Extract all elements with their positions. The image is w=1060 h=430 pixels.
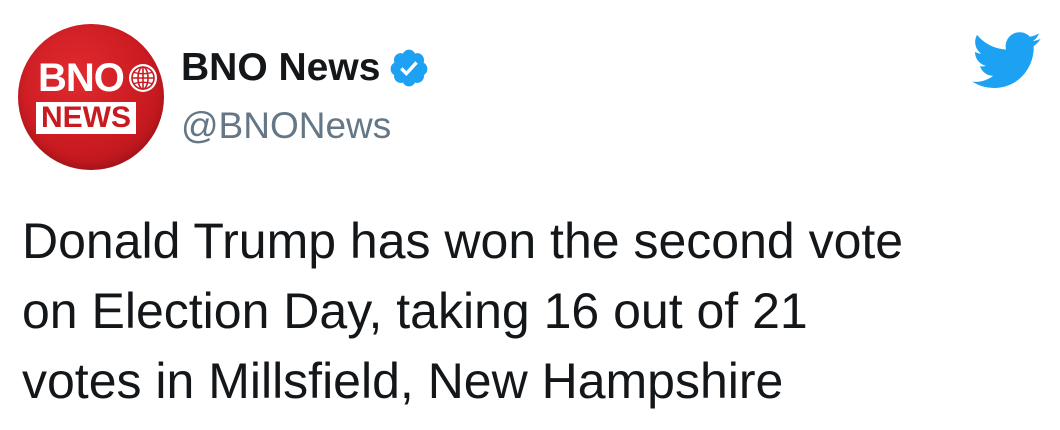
- tweet-text: Donald Trump has won the second vote on …: [22, 206, 1042, 416]
- globe-icon: [128, 64, 157, 92]
- author-name-text: BNO News: [181, 46, 381, 89]
- avatar-logo-text: BNO: [38, 56, 125, 100]
- avatar-logo-top: BNO: [38, 58, 160, 98]
- tweet-card: BNO NEWS BNO News @BNONews Donald Trump …: [0, 0, 1060, 430]
- tweet-text-line: on Election Day, taking 16 out of 21: [22, 283, 808, 339]
- avatar[interactable]: BNO NEWS: [18, 24, 164, 170]
- avatar-logo-bottom: NEWS: [36, 102, 136, 134]
- tweet-text-line: votes in Millsfield, New Hampshire: [22, 353, 784, 409]
- author-handle[interactable]: @BNONews: [181, 104, 391, 148]
- twitter-bird-icon[interactable]: [972, 32, 1042, 90]
- verified-badge-icon: [391, 49, 428, 87]
- author-display-name[interactable]: BNO News: [181, 44, 430, 92]
- tweet-text-line: Donald Trump has won the second vote: [22, 213, 904, 269]
